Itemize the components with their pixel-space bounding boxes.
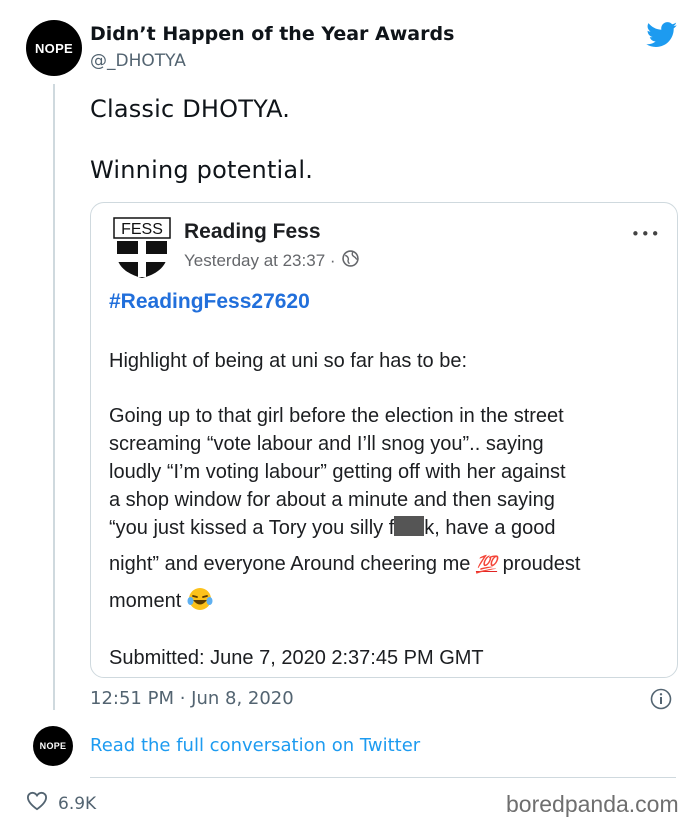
post-hashtag: #ReadingFess27620 bbox=[109, 290, 310, 313]
post-body-line: “you just kissed a Tory you silly f k, ha… bbox=[109, 516, 556, 539]
post-body: Going up to that girl before the electio… bbox=[109, 402, 669, 619]
post-body-line: loudly “I’m voting labour” getting off w… bbox=[109, 461, 566, 483]
tweet-text-line-1: Classic DHOTYA. bbox=[90, 95, 291, 123]
watermark: boredpanda.com bbox=[506, 791, 679, 817]
hundred-points-icon: 💯 bbox=[475, 555, 498, 574]
more-options-icon[interactable]: ••• bbox=[631, 225, 661, 243]
post-body-line: moment bbox=[109, 587, 669, 619]
heart-icon[interactable] bbox=[26, 791, 48, 816]
page-name: Reading Fess bbox=[184, 220, 321, 243]
info-icon[interactable] bbox=[650, 688, 672, 714]
post-body-line: screaming “vote labour and I’ll snog you… bbox=[109, 433, 544, 455]
post-body-line: Going up to that girl before the electio… bbox=[109, 405, 564, 427]
conversation-avatar[interactable]: NOPE bbox=[33, 726, 73, 766]
embedded-post-card[interactable]: FESS Reading Fess Yesterday at 23:37 · •… bbox=[90, 202, 678, 678]
divider bbox=[90, 777, 676, 778]
page-logo-text: FESS bbox=[121, 221, 163, 238]
conversation-avatar-text: NOPE bbox=[39, 741, 67, 751]
post-timestamp: Yesterday at 23:37 · bbox=[184, 251, 336, 270]
submitted-timestamp: Submitted: June 7, 2020 2:37:45 PM GMT bbox=[109, 647, 484, 669]
twitter-bird-icon[interactable] bbox=[646, 22, 678, 52]
avatar[interactable]: NOPE bbox=[26, 20, 82, 76]
likes[interactable]: 6.9K bbox=[26, 791, 96, 816]
avatar-text: NOPE bbox=[34, 40, 74, 56]
account-name[interactable]: Didn’t Happen of the Year Awards bbox=[90, 23, 454, 45]
page-logo: FESS bbox=[113, 217, 171, 283]
laughing-face-icon bbox=[187, 587, 213, 619]
account-handle[interactable]: @_DHOTYA bbox=[90, 51, 186, 71]
tweet-text-line-2: Winning potential. bbox=[90, 156, 314, 184]
thread-line bbox=[53, 84, 55, 710]
likes-count: 6.9K bbox=[58, 793, 97, 814]
post-meta: Yesterday at 23:37 · bbox=[184, 250, 359, 272]
post-body-line: a shop window for about a minute and the… bbox=[109, 489, 555, 511]
post-intro: Highlight of being at uni so far has to … bbox=[109, 350, 468, 372]
censor-bar bbox=[394, 516, 425, 536]
globe-icon bbox=[341, 250, 359, 272]
read-conversation-link[interactable]: Read the full conversation on Twitter bbox=[90, 735, 420, 756]
tweet-timestamp[interactable]: 12:51 PM · Jun 8, 2020 bbox=[90, 688, 294, 709]
post-body-line: night” and everyone Around cheering me 💯… bbox=[109, 550, 669, 579]
